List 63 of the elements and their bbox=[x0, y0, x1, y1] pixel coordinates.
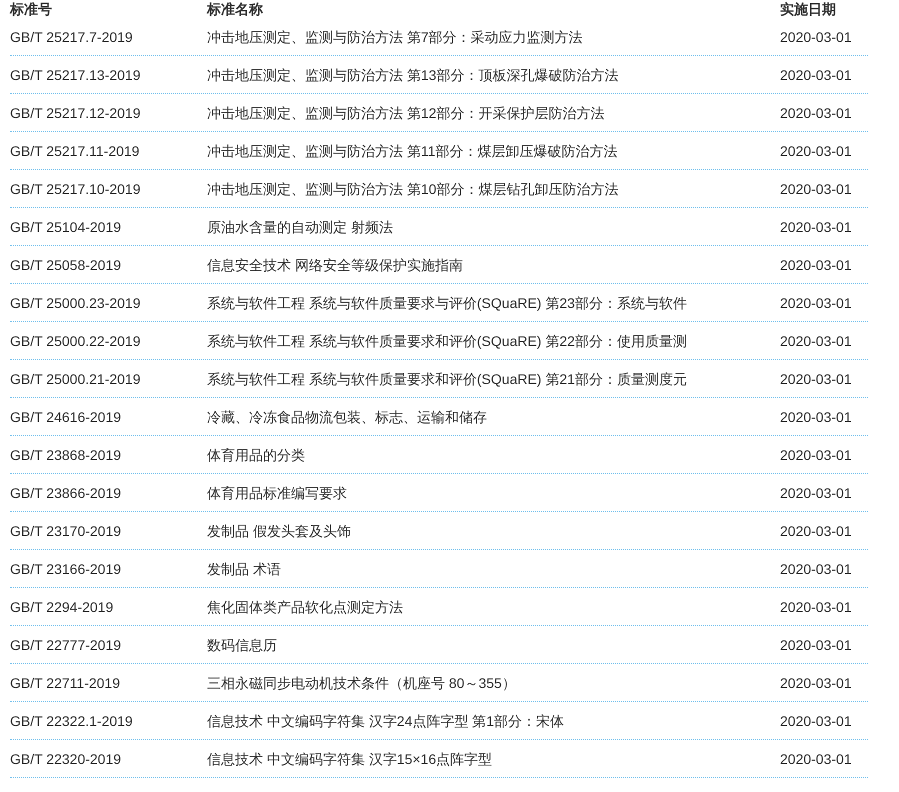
table-cell-text: GB/T 22777-2019 bbox=[10, 636, 122, 655]
table-cell-text: GB/T 25058-2019 bbox=[10, 256, 122, 275]
table-cell[interactable]: 数码信息历 bbox=[207, 635, 780, 656]
table-cell[interactable]: 信息技术 中文编码字符集 汉字15×16点阵字型 bbox=[207, 749, 780, 770]
table-cell[interactable]: 原油水含量的自动测定 射频法 bbox=[207, 217, 780, 238]
table-cell-text: 2020-03-01 bbox=[780, 446, 853, 465]
column-header: 实施日期 bbox=[780, 0, 837, 18]
table-cell[interactable]: 三相永磁同步电动机技术条件（机座号 80～355） bbox=[207, 673, 780, 694]
table-cell-text: 2020-03-01 bbox=[780, 294, 853, 313]
table-cell-text: 2020-03-01 bbox=[780, 218, 853, 237]
table-cell-text: GB/T 25217.11-2019 bbox=[10, 142, 140, 161]
table-cell-text: GB/T 23170-2019 bbox=[10, 522, 122, 541]
table-cell[interactable]: 冲击地压测定、监测与防治方法 第12部分：开采保护层防治方法 bbox=[207, 103, 780, 124]
table-cell-text: GB/T 25217.10-2019 bbox=[10, 180, 142, 199]
table-cell-text: 2020-03-01 bbox=[780, 598, 853, 617]
table-cell[interactable]: 发制品 术语 bbox=[207, 559, 780, 580]
table-cell-text: 2020-03-01 bbox=[780, 332, 853, 351]
table-cell-text: 2020-03-01 bbox=[780, 104, 853, 123]
table-cell[interactable]: 信息安全技术 网络安全等级保护实施指南 bbox=[207, 255, 780, 276]
table-cell-text: GB/T 25000.21-2019 bbox=[10, 370, 142, 389]
table-cell-text: GB/T 22322.1-2019 bbox=[10, 712, 134, 731]
table-cell[interactable]: 发制品 假发头套及头饰 bbox=[207, 521, 780, 542]
table-cell-text: GB/T 23166-2019 bbox=[10, 560, 122, 579]
table-cell-text: 2020-03-01 bbox=[780, 750, 853, 769]
table-cell-text: GB/T 25000.23-2019 bbox=[10, 294, 142, 313]
table-cell[interactable]: 焦化固体类产品软化点测定方法 bbox=[207, 597, 780, 618]
table-cell-text: GB/T 23868-2019 bbox=[10, 446, 122, 465]
table-cell-text: 2020-03-01 bbox=[780, 712, 853, 731]
table-cell-text: 2020-03-01 bbox=[780, 484, 853, 503]
table-cell[interactable]: 体育用品的分类 bbox=[207, 445, 780, 466]
table-cell[interactable]: 系统与软件工程 系统与软件质量要求和评价(SQuaRE) 第21部分：质量测度元 bbox=[207, 369, 780, 390]
table-cell[interactable]: 系统与软件工程 系统与软件质量要求和评价(SQuaRE) 第22部分：使用质量测 bbox=[207, 331, 780, 352]
table-cell[interactable]: 冲击地压测定、监测与防治方法 第11部分：煤层卸压爆破防治方法 bbox=[207, 141, 780, 162]
table-cell-text: GB/T 25217.12-2019 bbox=[10, 104, 142, 123]
table-cell[interactable]: 冷藏、冷冻食品物流包装、标志、运输和储存 bbox=[207, 407, 780, 428]
table-cell-text: 2020-03-01 bbox=[780, 142, 853, 161]
table-cell-text: GB/T 23866-2019 bbox=[10, 484, 122, 503]
table-cell-text: 2020-03-01 bbox=[780, 408, 853, 427]
table-cell-text: 2020-03-01 bbox=[780, 256, 853, 275]
table-cell[interactable]: 冲击地压测定、监测与防治方法 第13部分：顶板深孔爆破防治方法 bbox=[207, 65, 780, 86]
table-cell-text: GB/T 25000.22-2019 bbox=[10, 332, 142, 351]
column-header: 标准号 bbox=[10, 0, 53, 18]
table-cell-text: GB/T 25104-2019 bbox=[10, 218, 122, 237]
table-cell[interactable]: 体育用品标准编写要求 bbox=[207, 483, 780, 504]
table-cell-text: GB/T 22320-2019 bbox=[10, 750, 122, 769]
table-cell-text: 2020-03-01 bbox=[780, 636, 853, 655]
column-header: 标准名称 bbox=[207, 0, 264, 18]
table-cell-text: 2020-03-01 bbox=[780, 674, 853, 693]
table-cell[interactable]: 系统与软件工程 系统与软件质量要求与评价(SQuaRE) 第23部分：系统与软件 bbox=[207, 293, 780, 314]
table-cell-text: 2020-03-01 bbox=[780, 560, 853, 579]
table-cell-text: 2020-03-01 bbox=[780, 522, 853, 541]
table-cell-text: GB/T 22711-2019 bbox=[10, 674, 122, 693]
table-cell[interactable]: 信息技术 中文编码字符集 汉字24点阵字型 第1部分：宋体 bbox=[207, 711, 780, 732]
table-cell[interactable]: 冲击地压测定、监测与防治方法 第7部分：采动应力监测方法 bbox=[207, 27, 780, 48]
table-cell-text: GB/T 25217.7-2019 bbox=[10, 28, 134, 47]
table-cell-text: GB/T 2294-2019 bbox=[10, 598, 114, 617]
table-cell-text: 2020-03-01 bbox=[780, 180, 853, 199]
table-cell-text: 2020-03-01 bbox=[780, 370, 853, 389]
table-cell-text: GB/T 25217.13-2019 bbox=[10, 66, 142, 85]
table-cell[interactable]: 冲击地压测定、监测与防治方法 第10部分：煤层钻孔卸压防治方法 bbox=[207, 179, 780, 200]
table-cell-text: 2020-03-01 bbox=[780, 66, 853, 85]
table-cell-text: 2020-03-01 bbox=[780, 28, 853, 47]
table-cell-text: GB/T 24616-2019 bbox=[10, 408, 122, 427]
